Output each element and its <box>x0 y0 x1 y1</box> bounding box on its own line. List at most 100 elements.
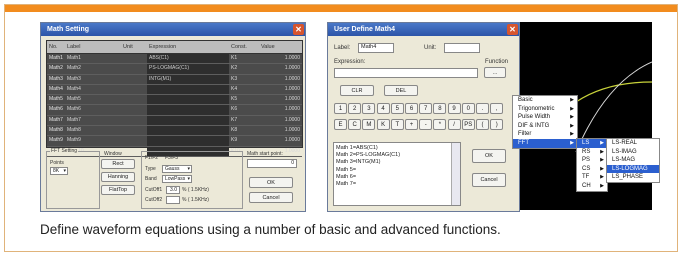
keypad-key[interactable]: C <box>348 119 362 130</box>
tab-f1f2[interactable]: F1/F2 <box>145 155 158 161</box>
band-select[interactable]: LowPass <box>162 175 192 183</box>
table-cell <box>121 136 147 145</box>
list-item[interactable]: Math 3=INTG(M1) <box>336 159 458 166</box>
keypad-key[interactable]: 1 <box>334 103 347 114</box>
tab-f3[interactable]: F3/F3 <box>165 155 178 161</box>
del-button[interactable]: DEL <box>384 85 418 96</box>
keypad-key[interactable]: 9 <box>447 103 461 114</box>
column-header: Const. <box>231 44 247 50</box>
table-row[interactable]: Math3 Math3 INTG(M1) K3 1.0000 <box>47 74 302 85</box>
menu-item[interactable]: LS ▶ <box>577 139 607 148</box>
menu-item[interactable]: DIF & INTG ▶ <box>513 122 577 131</box>
table-row[interactable]: Math2 Math2 PS-LOGMAG(C1) K2 1.0000 <box>47 64 302 75</box>
menu-item[interactable]: Trigonometric ▶ <box>513 105 577 114</box>
keypad-key[interactable]: 2 <box>348 103 362 114</box>
table-cell <box>121 126 147 135</box>
list-scrollbar[interactable] <box>451 143 460 205</box>
table-row[interactable]: Math5 Math5 K5 1.0000 <box>47 95 302 106</box>
menu-item[interactable]: FFT ▶ <box>513 138 577 148</box>
math-definition-list[interactable]: Math 1=ABS(C1) Math 2=PS-LOGMAG(C1) Math 3… <box>333 142 461 206</box>
keypad-key[interactable]: 3 <box>362 103 376 114</box>
cutoff1-field[interactable]: 3.0 <box>166 186 180 194</box>
list-item[interactable]: Math 2=PS-LOGMAG(C1) <box>336 152 458 159</box>
list-item[interactable]: Math 7= <box>336 181 458 188</box>
keypad-key[interactable]: 4 <box>376 103 390 114</box>
table-row[interactable]: Math9 Math9 K9 1.0000 <box>47 136 302 147</box>
rect-button[interactable]: Rect <box>101 159 135 169</box>
cutoff1-unit: % ( 1.5KHz) <box>182 187 209 193</box>
menu-item[interactable]: Filter ▶ <box>513 130 577 139</box>
list-item[interactable]: Math 5= <box>336 167 458 174</box>
menu-item[interactable]: CH ▶ <box>577 182 607 191</box>
list-item[interactable]: Math 1=ABS(C1) <box>336 145 458 152</box>
label-field[interactable]: Math4 <box>358 43 394 53</box>
table-cell: K5 <box>231 96 238 103</box>
menu-item[interactable]: CS ▶ <box>577 165 607 174</box>
table-cell: Math6 <box>49 106 63 113</box>
table-row[interactable]: Math7 Math7 K7 1.0000 <box>47 115 302 127</box>
menu-item[interactable]: TF ▶ <box>577 173 607 182</box>
menu-item[interactable]: RS ▶ <box>577 148 607 157</box>
menu-item[interactable]: LS-IMAG <box>607 148 659 157</box>
keypad-key[interactable]: + <box>405 119 418 130</box>
keypad-key[interactable]: * <box>433 119 447 130</box>
menu-item[interactable]: LS_PHASE <box>607 173 659 182</box>
keypad-key[interactable]: , <box>490 103 504 114</box>
keypad-key[interactable]: E <box>334 119 347 130</box>
table-row[interactable]: Math4 Math4 K4 1.0000 <box>47 84 302 96</box>
function-label: Function <box>485 59 509 65</box>
ok-button[interactable]: OK <box>472 149 506 163</box>
cancel-button[interactable]: Cancel <box>472 173 506 187</box>
function-button[interactable]: ... <box>484 67 506 78</box>
keypad-key[interactable]: M <box>362 119 376 130</box>
table-cell: 1.0000 <box>284 55 300 61</box>
close-icon[interactable]: ✕ <box>507 24 518 35</box>
keypad-key[interactable]: . <box>476 103 489 114</box>
ok-button[interactable]: OK <box>249 177 293 188</box>
table-row[interactable]: Math6 Math6 K6 1.0000 <box>47 105 302 116</box>
unit-field[interactable] <box>444 43 480 53</box>
keypad-key[interactable]: / <box>447 119 461 130</box>
table-cell: K2 <box>231 65 238 72</box>
table-cell <box>147 126 229 136</box>
keypad-key[interactable]: PS <box>461 119 475 130</box>
table-cell: K9 <box>231 137 238 144</box>
keypad-key[interactable]: T <box>390 119 404 130</box>
cancel-button[interactable]: Cancel <box>249 192 293 203</box>
table-row[interactable]: Math8 Math8 K8 1.0000 <box>47 126 302 137</box>
submenu-arrow-icon: ▶ <box>570 139 574 146</box>
menu-item[interactable]: Basic ▶ <box>513 96 577 105</box>
cutoff2-field[interactable] <box>166 196 180 204</box>
menu-item[interactable]: LS-LOGMAG <box>607 164 659 174</box>
keypad-key[interactable]: ( <box>476 119 489 130</box>
keypad-key[interactable]: 0 <box>461 103 475 114</box>
keypad-key[interactable]: ) <box>490 119 504 130</box>
table-row[interactable]: Math1 Math1 ABS(C1) K1 1.0000 <box>47 54 302 65</box>
menu-item[interactable]: LS-MAG <box>607 156 659 165</box>
menu-item-label: LS-IMAG <box>612 148 637 155</box>
points-select[interactable]: 8K <box>50 167 68 175</box>
submenu-arrow-icon: ▶ <box>570 105 574 112</box>
keypad-key[interactable]: - <box>419 119 433 130</box>
table-cell: 1.0000 <box>284 75 300 82</box>
menu-item[interactable]: PS ▶ <box>577 156 607 165</box>
hanning-button[interactable]: Hanning <box>101 172 135 182</box>
keypad-key[interactable]: 6 <box>405 103 418 114</box>
keypad-key[interactable]: K <box>376 119 390 130</box>
expression-field[interactable] <box>334 68 478 78</box>
keypad-key[interactable]: 5 <box>390 103 404 114</box>
clr-button[interactable]: CLR <box>340 85 374 96</box>
table-cell: ABS(C1) <box>147 54 229 64</box>
close-icon[interactable]: ✕ <box>293 24 304 35</box>
start-point-field[interactable]: 0 <box>247 159 297 168</box>
menu-item[interactable]: Pulse Width ▶ <box>513 113 577 122</box>
keypad-key[interactable]: 8 <box>433 103 447 114</box>
list-item[interactable]: Math 6= <box>336 174 458 181</box>
table-cell: 1.0000 <box>284 85 300 92</box>
keypad-key[interactable]: 7 <box>419 103 433 114</box>
menu-item[interactable]: LS-REAL <box>607 139 659 148</box>
filter-tab-panel: F1/F2 F3/F3 Type Gauss Band LowPass CutO… <box>141 151 243 209</box>
accent-bar <box>5 5 677 12</box>
type-select[interactable]: Gauss <box>162 165 192 173</box>
flattop-button[interactable]: FlatTop <box>101 185 135 195</box>
